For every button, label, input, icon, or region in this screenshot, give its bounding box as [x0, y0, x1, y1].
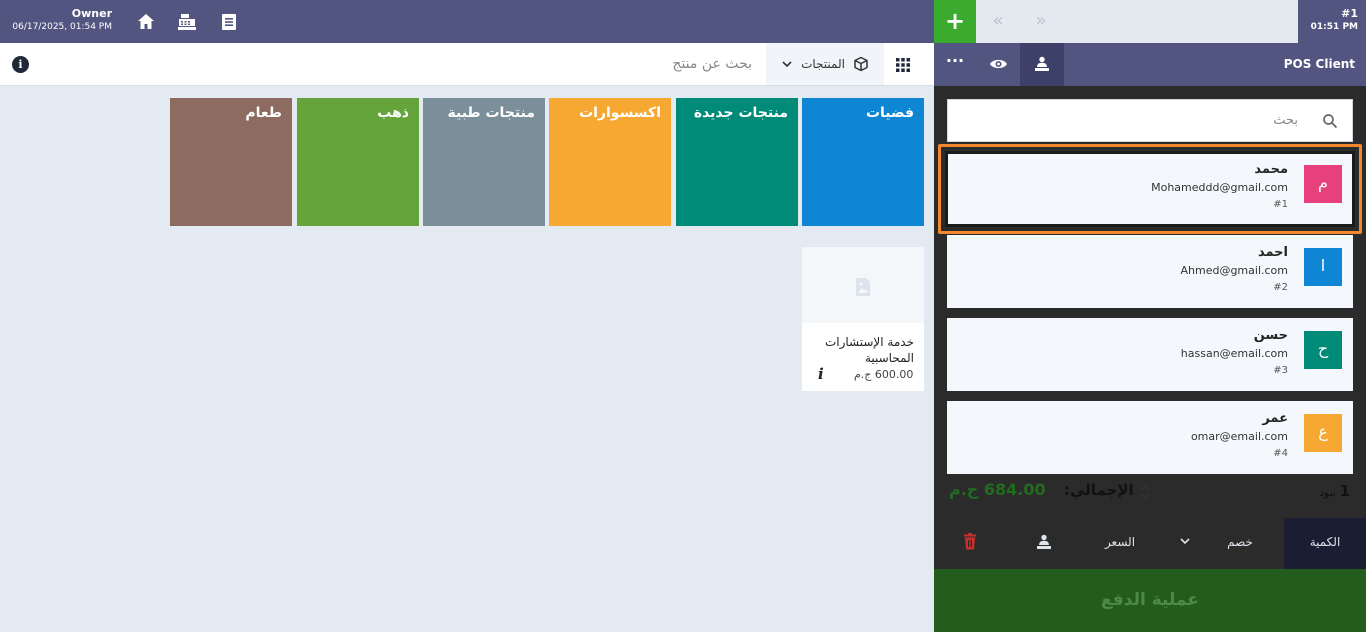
chevron-double-left-icon[interactable]: «	[987, 10, 1009, 32]
product-name: خدمة الإستشارات المحاسبية	[824, 335, 914, 365]
product-image-placeholder	[802, 247, 924, 323]
chevron-down-icon	[782, 61, 792, 68]
grid-view-icon[interactable]	[893, 55, 913, 75]
quantity-button[interactable]: الكمية	[1284, 518, 1366, 569]
category-tile[interactable]: منتجات جديدة	[676, 98, 798, 226]
user-info: Owner 06/17/2025, 01:54 PM	[10, 7, 112, 34]
items-count-label: بنود	[1319, 486, 1337, 499]
category-tile[interactable]: فضيات	[802, 98, 924, 226]
client-search-input[interactable]	[948, 100, 1308, 141]
client-email: hassan@email.com	[1180, 347, 1288, 360]
more-options-button[interactable]: ···	[934, 43, 976, 86]
category-tile[interactable]: اكسسوارات	[549, 98, 671, 226]
total-value: 684.00 ج.م	[949, 480, 1046, 499]
chevron-double-right-icon[interactable]: »	[1030, 10, 1052, 32]
items-count-value: 1	[1339, 482, 1350, 500]
client-card[interactable]: ح حسن hassan@email.com #3	[947, 318, 1353, 391]
product-search-bar: i المنتجات	[0, 43, 934, 86]
customer-icon[interactable]	[1032, 518, 1056, 569]
image-placeholder-icon	[856, 278, 870, 296]
category-tile[interactable]: ذهب	[297, 98, 419, 226]
category-label: فضيات	[865, 105, 914, 121]
product-price: 600.00 ج.م	[854, 368, 914, 381]
total-label: الإجمالي:	[1064, 481, 1134, 499]
search-icon	[1323, 114, 1338, 129]
client-id: #3	[1273, 365, 1288, 376]
items-count: 1 بنود	[1319, 482, 1350, 500]
client-card[interactable]: ع عمر omar@email.com #4	[947, 401, 1353, 474]
client-card[interactable]: ا احمد Ahmed@gmail.com #2	[947, 235, 1353, 308]
client-email: omar@email.com	[1190, 430, 1288, 443]
client-bar: ··· POS Client	[934, 43, 1366, 86]
eye-icon[interactable]	[977, 43, 1020, 86]
product-search-input[interactable]	[300, 43, 762, 85]
category-tile[interactable]: طعام	[170, 98, 292, 226]
client-name: احمد	[1257, 245, 1288, 260]
add-order-button[interactable]: +	[934, 0, 976, 43]
category-label: ذهب	[377, 105, 409, 121]
category-tile[interactable]: منتجات طبية	[423, 98, 545, 226]
product-info-icon[interactable]: i	[818, 365, 824, 383]
client-select-icon[interactable]	[1020, 43, 1064, 86]
sort-icon[interactable]	[1139, 484, 1151, 500]
client-search-box	[947, 99, 1353, 142]
order-tabs-area	[1064, 0, 1298, 43]
order-navigation: « »	[976, 0, 1064, 43]
price-button[interactable]: السعر	[1100, 518, 1140, 569]
selection-highlight	[938, 144, 1362, 234]
top-bar: Owner 06/17/2025, 01:54 PM	[0, 0, 934, 43]
home-icon[interactable]	[135, 11, 157, 33]
user-datetime: 06/17/2025, 01:54 PM	[12, 22, 112, 32]
chevron-down-icon[interactable]	[1172, 518, 1198, 569]
category-label: اكسسوارات	[579, 105, 661, 121]
orders-list-icon[interactable]	[218, 11, 240, 33]
payment-button[interactable]: عملية الدفع	[934, 569, 1366, 632]
order-tab[interactable]: #1 01:51 PM	[1298, 0, 1366, 43]
order-time: 01:51 PM	[1310, 22, 1358, 32]
order-number: #1	[1341, 7, 1358, 20]
cash-register-icon[interactable]	[176, 11, 198, 33]
products-dropdown[interactable]: المنتجات	[766, 43, 884, 85]
client-avatar: ح	[1304, 331, 1342, 369]
category-label: منتجات طبية	[447, 105, 536, 121]
order-controls: الكمية خصم السعر	[934, 518, 1366, 569]
trash-icon[interactable]	[963, 533, 977, 550]
category-label: منتجات جديدة	[693, 105, 788, 121]
discount-button[interactable]: خصم	[1220, 518, 1260, 569]
client-id: #4	[1273, 448, 1288, 459]
product-card[interactable]: خدمة الإستشارات المحاسبية 600.00 ج.م i	[802, 247, 924, 391]
box-icon	[854, 56, 868, 72]
category-label: طعام	[245, 105, 282, 121]
client-bar-label: POS Client	[1283, 57, 1355, 71]
client-avatar: ع	[1304, 414, 1342, 452]
products-dropdown-label: المنتجات	[801, 57, 845, 71]
client-avatar: ا	[1304, 248, 1342, 286]
client-name: عمر	[1262, 411, 1288, 426]
client-name: حسن	[1253, 328, 1288, 343]
client-id: #2	[1273, 282, 1288, 293]
user-name: Owner	[71, 7, 112, 20]
client-email: Ahmed@gmail.com	[1180, 264, 1288, 277]
info-icon[interactable]: i	[12, 56, 29, 73]
